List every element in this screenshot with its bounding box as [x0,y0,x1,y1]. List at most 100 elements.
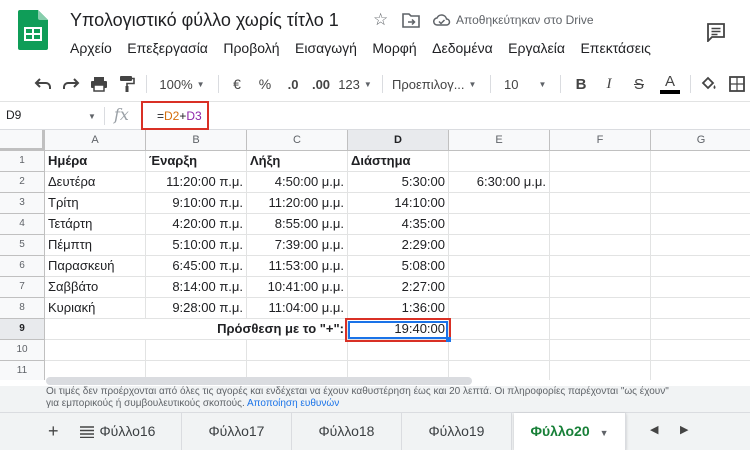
row-header-11[interactable]: 11 [0,361,45,380]
cell-c6[interactable]: 11:53:00 μ.μ. [247,256,348,277]
cell-a8[interactable]: Κυριακή [45,298,146,319]
cell-c7[interactable]: 10:41:00 μ.μ. [247,277,348,298]
add-sheet-button[interactable]: + [48,421,59,442]
formula-highlight-box[interactable]: =D2+D3 [141,101,209,130]
cell-g7[interactable] [651,277,750,298]
cell-c1[interactable]: Λήξη [247,151,348,172]
column-header-e[interactable]: E [449,130,550,151]
column-header-b[interactable]: B [146,130,247,151]
cell-b10[interactable] [146,340,247,361]
cell-f11[interactable] [550,361,651,380]
column-header-a[interactable]: A [45,130,146,151]
menu-data[interactable]: Δεδομένα [432,40,493,56]
cell-a9[interactable] [45,319,146,340]
print-button[interactable] [88,74,110,94]
cell-b8[interactable]: 9:28:00 π.μ. [146,298,247,319]
cell-c2[interactable]: 4:50:00 μ.μ. [247,172,348,193]
column-header-c[interactable]: C [247,130,348,151]
disclaimer-link[interactable]: Αποποίηση ευθυνών [247,398,339,409]
menu-extensions[interactable]: Επεκτάσεις [580,40,650,56]
cell-g11[interactable] [651,361,750,380]
cell-f1[interactable] [550,151,651,172]
menu-view[interactable]: Προβολή [223,40,279,56]
row-header-6[interactable]: 6 [0,256,45,277]
strikethrough-button[interactable]: S [628,74,650,94]
sheets-logo-icon[interactable] [18,10,48,50]
cell-c5[interactable]: 7:39:00 μ.μ. [247,235,348,256]
cell-d8[interactable]: 1:36:00 [348,298,449,319]
cell-f3[interactable] [550,193,651,214]
cell-a7[interactable]: Σαββάτο [45,277,146,298]
cloud-saved-icon[interactable] [433,12,451,28]
column-header-d[interactable]: D [348,130,449,151]
cell-d2[interactable]: 5:30:00 [348,172,449,193]
cell-g9[interactable] [651,319,750,340]
sheet-tab-19[interactable]: Φύλλο19 [402,413,512,450]
cell-a4[interactable]: Τετάρτη [45,214,146,235]
increase-decimals-button[interactable]: .00 [308,74,334,94]
row-header-8[interactable]: 8 [0,298,45,319]
font-size-select[interactable]: 10 ▼ [504,74,548,94]
menu-edit[interactable]: Επεξεργασία [127,40,208,56]
cell-b3[interactable]: 9:10:00 π.μ. [146,193,247,214]
percent-button[interactable]: % [254,74,276,94]
cell-a6[interactable]: Παρασκευή [45,256,146,277]
chevron-down-icon[interactable]: ▼ [88,112,96,121]
cell-a3[interactable]: Τρίτη [45,193,146,214]
cell-d3[interactable]: 14:10:00 [348,193,449,214]
cell-f6[interactable] [550,256,651,277]
row-header-7[interactable]: 7 [0,277,45,298]
cell-e7[interactable] [449,277,550,298]
cell-d9[interactable]: 19:40:00 [348,319,449,340]
sheet-tab-17[interactable]: Φύλλο17 [182,413,292,450]
currency-button[interactable]: € [226,74,248,94]
menu-format[interactable]: Μορφή [372,40,416,56]
cell-b7[interactable]: 8:14:00 π.μ. [146,277,247,298]
cell-g10[interactable] [651,340,750,361]
menu-insert[interactable]: Εισαγωγή [295,40,357,56]
row-header-5[interactable]: 5 [0,235,45,256]
cell-b6[interactable]: 6:45:00 π.μ. [146,256,247,277]
cell-d10[interactable] [348,340,449,361]
scroll-tabs-right-icon[interactable]: ▶ [680,423,688,436]
cell-c3[interactable]: 11:20:00 μ.μ. [247,193,348,214]
move-folder-icon[interactable] [402,12,420,28]
cell-e6[interactable] [449,256,550,277]
font-select[interactable]: Προεπιλογ... ▼ [392,74,476,94]
decrease-decimals-button[interactable]: .0 [282,74,304,94]
all-sheets-icon[interactable] [80,426,94,438]
row-header-9[interactable]: 9 [0,319,45,340]
cell-f5[interactable] [550,235,651,256]
horizontal-scrollbar[interactable] [46,377,472,385]
cell-g5[interactable] [651,235,750,256]
cell-f9[interactable] [550,319,651,340]
cell-e4[interactable] [449,214,550,235]
fill-color-button[interactable] [698,74,720,94]
select-all-corner[interactable] [0,130,45,151]
row-header-3[interactable]: 3 [0,193,45,214]
cell-g1[interactable] [651,151,750,172]
document-title[interactable]: Υπολογιστικό φύλλο χωρίς τίτλο 1 [70,10,339,31]
undo-button[interactable] [32,74,54,94]
cell-f2[interactable] [550,172,651,193]
cell-e5[interactable] [449,235,550,256]
cell-a1[interactable]: Ημέρα [45,151,146,172]
cell-e1[interactable] [449,151,550,172]
formula-input[interactable]: =D2+D3 [157,109,202,123]
cell-c4[interactable]: 8:55:00 μ.μ. [247,214,348,235]
cell-f4[interactable] [550,214,651,235]
bold-button[interactable]: B [570,74,592,94]
row-header-10[interactable]: 10 [0,340,45,361]
cell-g4[interactable] [651,214,750,235]
sheet-tab-20[interactable]: Φύλλο20 ▼ [514,413,626,450]
menu-tools[interactable]: Εργαλεία [508,40,565,56]
cell-f10[interactable] [550,340,651,361]
cell-e8[interactable] [449,298,550,319]
redo-button[interactable] [60,74,82,94]
text-color-button[interactable]: A [658,74,682,94]
cell-g2[interactable] [651,172,750,193]
cell-c10[interactable] [247,340,348,361]
spreadsheet-grid[interactable]: A B C D E F G 1 2 3 4 5 6 7 8 9 10 11 Ημ… [0,130,750,380]
cell-d5[interactable]: 2:29:00 [348,235,449,256]
borders-button[interactable] [726,74,748,94]
